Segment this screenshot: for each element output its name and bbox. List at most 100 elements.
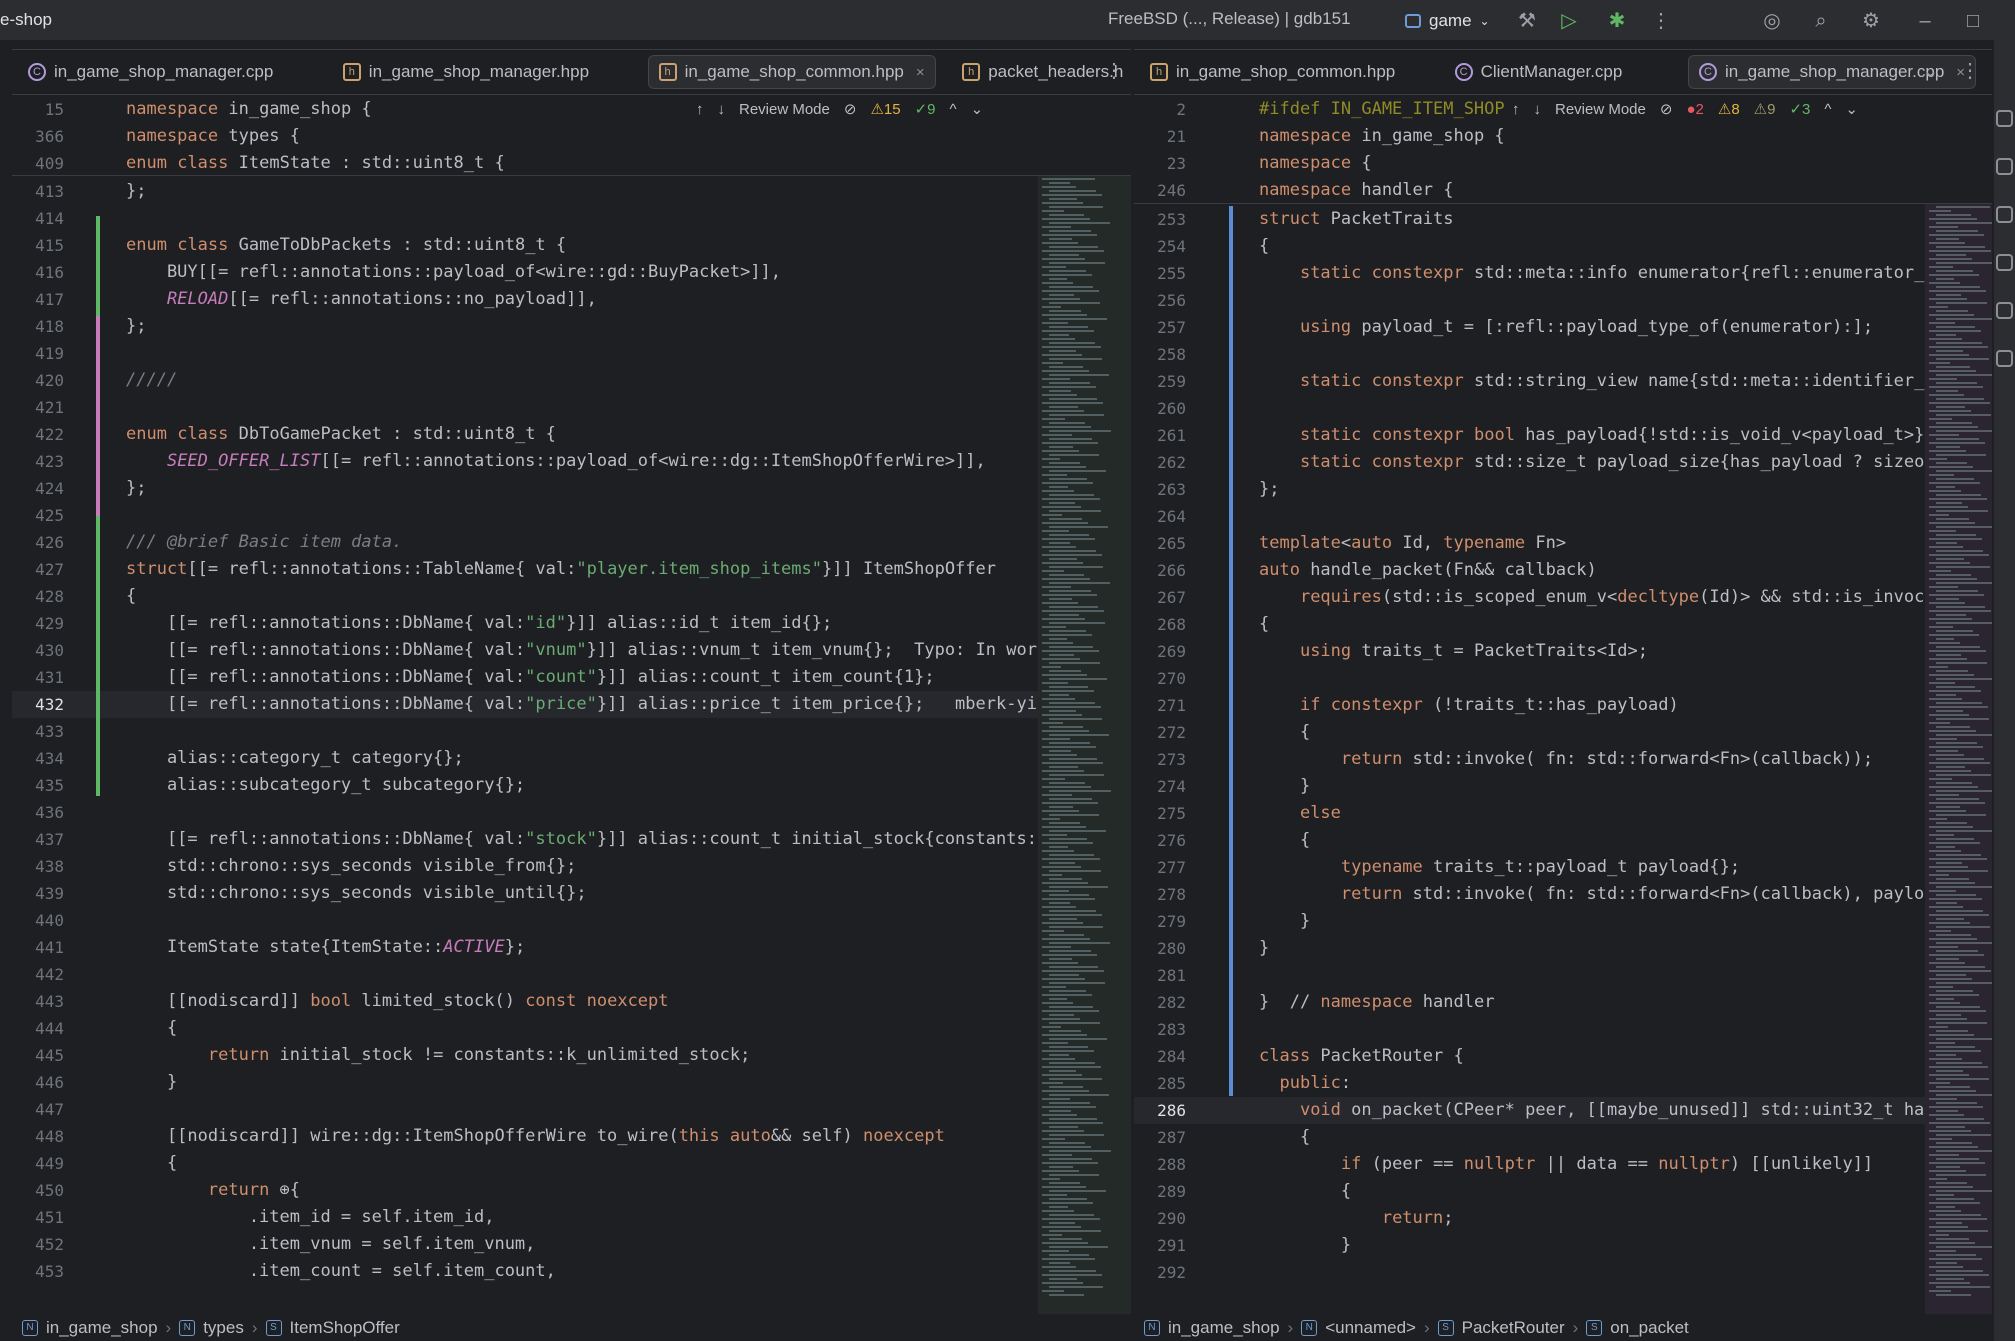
minimap-line xyxy=(1049,1046,1088,1048)
minimap[interactable] xyxy=(1925,96,1992,1314)
warning-count[interactable]: ⚠8 xyxy=(1718,100,1740,118)
minimap-line xyxy=(1049,566,1103,568)
minimap-line xyxy=(1049,622,1105,624)
error-count[interactable]: ●2 xyxy=(1686,101,1703,118)
tab-in-game-shop-common-hpp[interactable]: h in_game_shop_common.hpp × xyxy=(647,55,936,89)
git-icon[interactable] xyxy=(1996,350,2013,367)
minimap-line xyxy=(1049,902,1070,904)
breadcrumb-item[interactable]: in_game_shop xyxy=(46,1318,158,1338)
breadcrumb-item[interactable]: PacketRouter xyxy=(1462,1318,1565,1338)
review-mode-label[interactable]: Review Mode xyxy=(1555,101,1646,118)
minimap-line xyxy=(1929,858,1987,860)
line-number: 254 xyxy=(1157,237,1186,256)
run-icon[interactable]: ▷ xyxy=(1556,8,1582,34)
structure-icon[interactable] xyxy=(1996,302,2013,319)
copilot-chat-icon[interactable] xyxy=(1996,254,2013,271)
weak-warning-count[interactable]: ⚠9 xyxy=(1754,100,1776,118)
project-name[interactable]: e-shop xyxy=(0,10,52,30)
tab-clientmanager-cpp[interactable]: C ClientManager.cpp xyxy=(1445,55,1633,89)
minimap-line xyxy=(1936,214,1971,216)
chevron-up-icon[interactable]: ^ xyxy=(1824,101,1831,118)
close-icon[interactable]: × xyxy=(916,64,925,81)
maximize-icon[interactable]: □ xyxy=(1960,8,1986,34)
minimap-line xyxy=(1042,946,1071,948)
search-icon[interactable]: ⌕ xyxy=(1808,8,1834,34)
minimize-icon[interactable]: – xyxy=(1912,8,1938,34)
minimap-line xyxy=(1936,878,1969,880)
code-text: { xyxy=(1259,722,1311,742)
minimap-line xyxy=(1936,742,1977,744)
arrow-down-icon[interactable]: ↓ xyxy=(1534,101,1542,118)
minimap-line xyxy=(1936,790,1992,792)
minimap-line xyxy=(1049,982,1105,984)
minimap[interactable] xyxy=(1038,96,1131,1314)
breadcrumb-item[interactable]: <unnamed> xyxy=(1325,1318,1416,1338)
notifications-icon[interactable] xyxy=(1996,110,2013,127)
minimap-line xyxy=(1042,1106,1096,1108)
debug-icon[interactable]: ✱ xyxy=(1604,8,1630,34)
line-number: 427 xyxy=(35,560,64,579)
change-marker[interactable] xyxy=(96,316,100,516)
warning-count[interactable]: ⚠15 xyxy=(870,100,900,118)
breadcrumb-item[interactable]: on_packet xyxy=(1610,1318,1688,1338)
inspection-widget[interactable]: ↑ ↓ Review Mode ⊘ ●2 ⚠8 ⚠9 ✓3 ^ ⌄ xyxy=(1512,100,1858,119)
hammer-icon[interactable]: ⚒ xyxy=(1514,8,1540,34)
left-breadcrumb: Nin_game_shop › Ntypes › S ItemShopOffer xyxy=(22,1314,400,1341)
tab-options-icon[interactable]: ⌄ xyxy=(1922,58,1939,83)
ok-count[interactable]: ✓9 xyxy=(915,100,936,118)
chevron-down-icon[interactable]: ⌄ xyxy=(1845,100,1858,118)
right-code-editor[interactable]: 2 #ifdef IN_GAME_ITEM_SHOP 21 namespace in_… xyxy=(1134,96,1992,1314)
copilot-icon[interactable]: ◎ xyxy=(1759,8,1785,34)
line-number: 414 xyxy=(35,209,64,228)
minimap-line xyxy=(1936,974,1966,976)
minimap-line xyxy=(1049,726,1083,728)
inspection-widget[interactable]: ↑ ↓ Review Mode ⊘ ⚠15 ✓9 ^ ⌄ xyxy=(696,100,984,119)
run-configuration[interactable]: FreeBSD (..., Release) | gdb151 xyxy=(1108,9,1351,29)
tab-in-game-shop-common-hpp[interactable]: h in_game_shop_common.hpp xyxy=(1140,55,1405,89)
eye-off-icon[interactable]: ⊘ xyxy=(844,100,857,118)
minimap-line xyxy=(1042,218,1090,220)
eye-off-icon[interactable]: ⊘ xyxy=(1660,100,1673,118)
code-text: return; xyxy=(1381,1208,1454,1228)
minimap-line xyxy=(1929,1106,1983,1108)
change-marker[interactable] xyxy=(96,516,100,796)
line-number: 271 xyxy=(1157,696,1186,715)
minimap-line xyxy=(1936,654,1961,656)
breadcrumb-item[interactable]: types xyxy=(203,1318,244,1338)
minimap-line xyxy=(1049,638,1067,640)
more-icon[interactable]: ⋮ xyxy=(1648,8,1674,34)
minimap-line xyxy=(1936,1142,1972,1144)
line-number: 450 xyxy=(35,1181,64,1200)
ai-assistant-icon[interactable] xyxy=(1996,206,2013,223)
chevron-up-icon[interactable]: ^ xyxy=(950,101,957,118)
tab-more-icon[interactable]: ⋮ xyxy=(1960,58,1980,83)
minimap-line xyxy=(1049,550,1096,552)
change-marker[interactable] xyxy=(1229,206,1233,1096)
code-line: 246 namespace handler { xyxy=(1134,177,1992,204)
minimap-line xyxy=(1042,810,1079,812)
change-marker[interactable] xyxy=(96,216,100,316)
arrow-up-icon[interactable]: ↑ xyxy=(1512,101,1520,118)
breadcrumb-item[interactable]: in_game_shop xyxy=(1168,1318,1280,1338)
arrow-down-icon[interactable]: ↓ xyxy=(718,101,726,118)
minimap-line xyxy=(1042,1170,1079,1172)
code-line: 451 .item_id = self.item_id, xyxy=(12,1204,1131,1231)
minimap-line xyxy=(1929,258,1972,260)
chevron-down-icon[interactable]: ⌄ xyxy=(971,100,984,118)
ok-count[interactable]: ✓3 xyxy=(1789,100,1810,118)
minimap-line xyxy=(1936,1294,1971,1296)
minimap-line xyxy=(1042,1194,1067,1196)
review-mode-label[interactable]: Review Mode xyxy=(739,101,830,118)
settings-icon[interactable]: ⚙ xyxy=(1858,8,1884,34)
target-selector[interactable]: game ⌄ xyxy=(1405,11,1490,31)
tab-in-game-shop-manager-cpp[interactable]: Cin_game_shop_manager.cpp xyxy=(18,55,283,89)
minimap-line xyxy=(1042,778,1065,780)
minimap-line xyxy=(1049,1230,1101,1232)
database-icon[interactable] xyxy=(1996,158,2013,175)
tab-in-game-shop-manager-hpp[interactable]: h in_game_shop_manager.hpp xyxy=(333,55,599,89)
tab-options-icon[interactable]: ⋮ xyxy=(1104,58,1124,83)
breadcrumb-item[interactable]: ItemShopOffer xyxy=(290,1318,400,1338)
code-line: 417 RELOAD[[= refl::annotations::no_payl… xyxy=(12,286,1131,313)
arrow-up-icon[interactable]: ↑ xyxy=(696,101,704,118)
left-code-editor[interactable]: 15 namespace in_game_shop {366 namespace t… xyxy=(12,96,1131,1314)
